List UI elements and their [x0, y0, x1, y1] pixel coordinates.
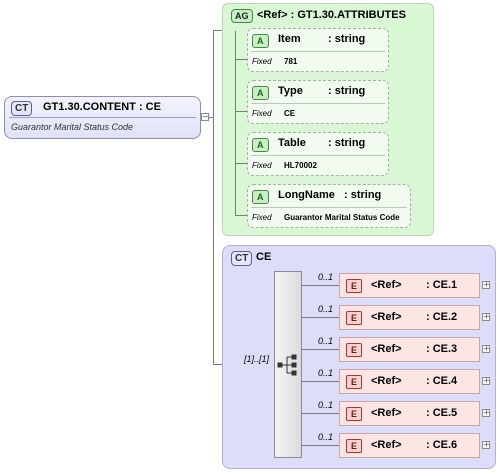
ct-title: CE [256, 251, 272, 263]
element-type: : CE.2 [426, 311, 458, 323]
element-occurrence: 0..1 [318, 304, 334, 314]
element-ref: <Ref> [371, 407, 402, 419]
element-connector [302, 381, 339, 382]
element-type: : CE.4 [426, 375, 458, 387]
attribute-type: : string [344, 189, 382, 201]
element-ce-6[interactable]: E <Ref> : CE.6 [339, 433, 480, 458]
fixed-value: Guarantor Marital Status Code [284, 213, 400, 222]
element-ce-1[interactable]: E <Ref> : CE.1 [339, 273, 480, 298]
element-ce-2[interactable]: E <Ref> : CE.2 [339, 305, 480, 330]
element-type: : CE.5 [426, 407, 458, 419]
element-badge: E [346, 439, 363, 453]
fixed-value: CE [284, 109, 296, 118]
divider [9, 117, 196, 118]
ct-badge: CT [11, 101, 33, 116]
expand-icon[interactable]: + [482, 313, 490, 321]
fixed-label: Fixed [252, 213, 272, 222]
root-title: GT1.30.CONTENT : CE [43, 101, 161, 113]
attribute-type: : string [328, 33, 366, 45]
element-connector [302, 317, 339, 318]
expand-icon[interactable]: + [482, 409, 490, 417]
element-connector [302, 349, 339, 350]
divider [251, 51, 385, 52]
ag-badge: AG [231, 9, 253, 23]
element-occurrence: 0..1 [318, 400, 334, 410]
ct-badge: CT [231, 251, 253, 266]
attribute-item[interactable]: A Type : string Fixed CE [247, 80, 389, 124]
fixed-label: Fixed [252, 161, 272, 170]
element-ref: <Ref> [371, 279, 402, 291]
sequence-occurrence: [1]..[1] [244, 354, 270, 364]
attribute-badge: A [252, 34, 269, 48]
root-description: Guarantor Marital Status Code [11, 122, 134, 132]
attribute-name: LongName [278, 189, 335, 201]
ag-branch-3 [235, 163, 247, 164]
attribute-item[interactable]: A Table : string Fixed HL70002 [247, 132, 389, 176]
element-badge: E [346, 343, 363, 357]
element-connector [302, 413, 339, 414]
element-ce-4[interactable]: E <Ref> : CE.4 [339, 369, 480, 394]
ag-branch-4 [235, 215, 247, 216]
ag-branch-1 [235, 59, 247, 60]
element-ref: <Ref> [371, 311, 402, 323]
fixed-value: HL70002 [284, 161, 317, 170]
ag-title: <Ref> : GT1.30.ATTRIBUTES [257, 9, 406, 21]
attribute-badge: A [252, 190, 269, 204]
element-badge: E [346, 375, 363, 389]
attribute-name: Item [278, 33, 301, 45]
element-type: : CE.3 [426, 343, 458, 355]
element-occurrence: 0..1 [318, 432, 334, 442]
attribute-item[interactable]: A Item : string Fixed 781 [247, 28, 389, 72]
attributes-group[interactable]: AG <Ref> : GT1.30.ATTRIBUTES A Item : st… [222, 3, 434, 236]
element-ce-5[interactable]: E <Ref> : CE.5 [339, 401, 480, 426]
expand-icon[interactable]: + [482, 441, 490, 449]
divider [251, 155, 385, 156]
expand-icon[interactable]: + [482, 345, 490, 353]
element-occurrence: 0..1 [318, 272, 334, 282]
sequence-compositor[interactable] [274, 271, 302, 458]
fixed-value: 781 [284, 57, 298, 66]
fixed-label: Fixed [252, 109, 272, 118]
element-badge: E [346, 311, 363, 325]
attribute-item[interactable]: A LongName : string Fixed Guarantor Mari… [247, 184, 411, 228]
element-connector [302, 285, 339, 286]
attribute-badge: A [252, 86, 269, 100]
attribute-type: : string [328, 85, 366, 97]
element-badge: E [346, 407, 363, 421]
root-complex-type[interactable]: CT GT1.30.CONTENT : CE Guarantor Marital… [4, 96, 201, 139]
attribute-type: : string [328, 137, 366, 149]
element-ref: <Ref> [371, 375, 402, 387]
divider [251, 103, 385, 104]
collapse-icon[interactable]: − [201, 113, 209, 121]
ag-branch-2 [235, 111, 247, 112]
element-occurrence: 0..1 [318, 368, 334, 378]
element-occurrence: 0..1 [318, 336, 334, 346]
element-ref: <Ref> [371, 439, 402, 451]
fixed-label: Fixed [252, 57, 272, 66]
expand-icon[interactable]: + [482, 377, 490, 385]
attribute-badge: A [252, 138, 269, 152]
divider [251, 207, 407, 208]
element-badge: E [346, 279, 363, 293]
attribute-name: Table [278, 137, 306, 149]
sequence-icon [277, 354, 297, 376]
element-ref: <Ref> [371, 343, 402, 355]
element-ce-3[interactable]: E <Ref> : CE.3 [339, 337, 480, 362]
element-type: : CE.1 [426, 279, 458, 291]
element-connector [302, 445, 339, 446]
attribute-name: Type [278, 85, 303, 97]
element-type: : CE.6 [426, 439, 458, 451]
connector-trunk [213, 30, 214, 364]
expand-icon[interactable]: + [482, 281, 490, 289]
